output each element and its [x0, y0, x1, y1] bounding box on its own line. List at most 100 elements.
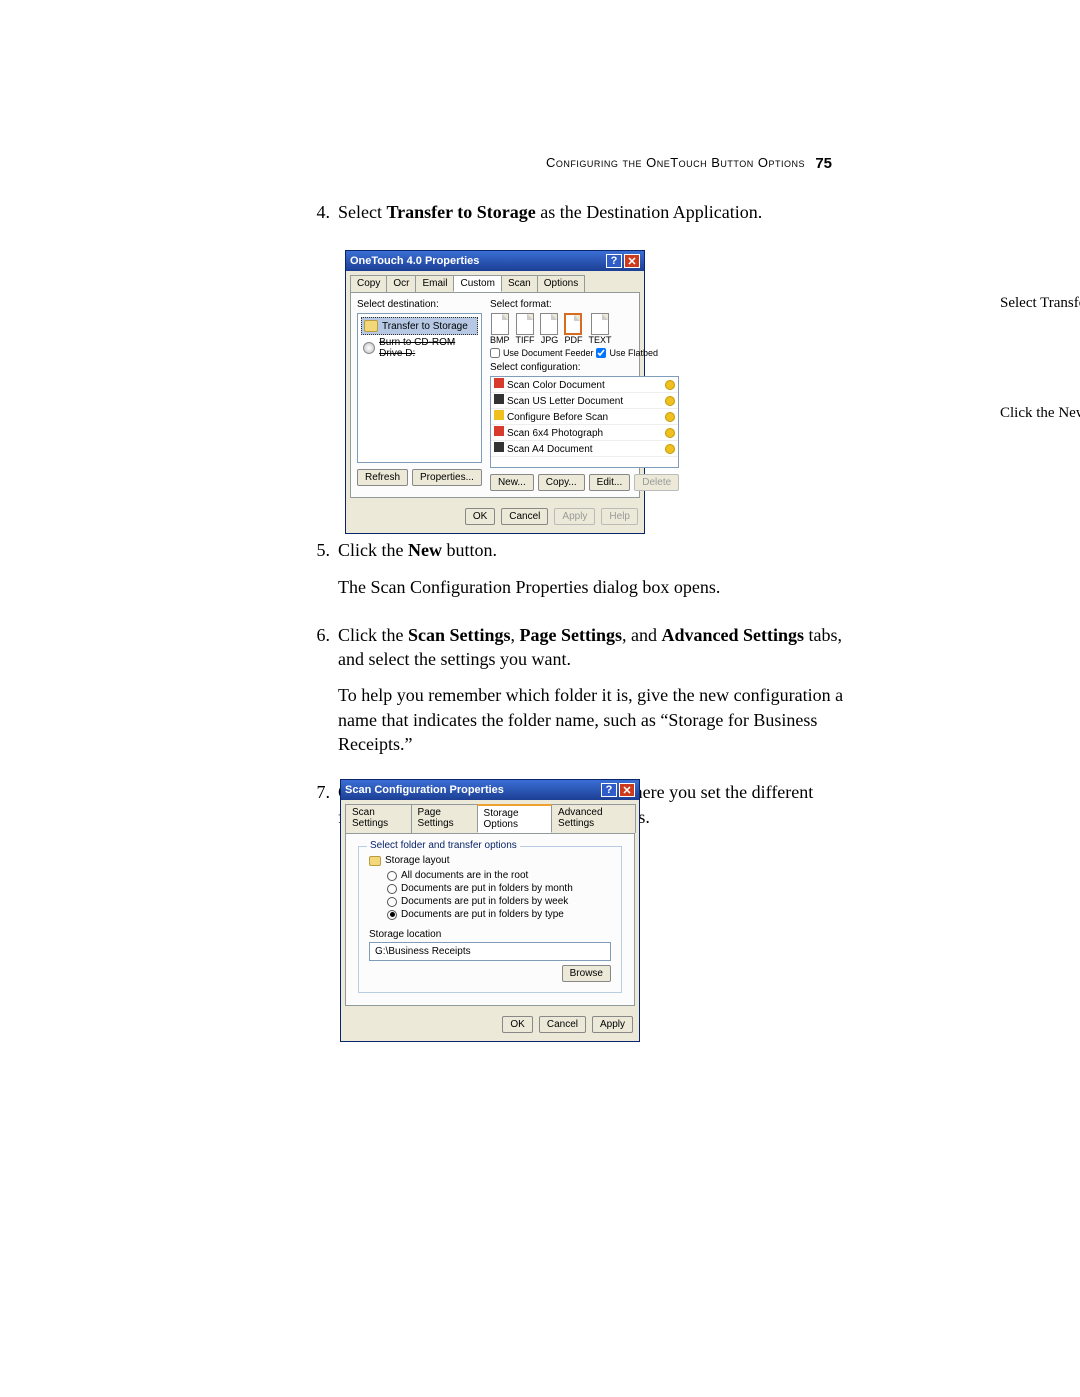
copy-button[interactable]: Copy... — [538, 474, 585, 491]
list-item[interactable]: Scan A4 Document — [491, 441, 678, 457]
tab-advanced-settings[interactable]: Advanced Settings — [551, 804, 636, 833]
tab-custom[interactable]: Custom — [453, 275, 501, 292]
text: button. — [442, 540, 497, 560]
cancel-button[interactable]: Cancel — [539, 1016, 586, 1033]
refresh-button[interactable]: Refresh — [357, 469, 408, 486]
storage-icon — [369, 856, 381, 866]
titlebar: Scan Configuration Properties ? ✕ — [341, 780, 639, 800]
dest-item-label: Transfer to Storage — [382, 321, 468, 332]
cfg-label: Scan A4 Document — [507, 444, 593, 455]
group-legend: Select folder and transfer options — [367, 840, 520, 851]
step-number: 7. — [310, 780, 338, 841]
text: as the Destination Application. — [536, 202, 762, 222]
dialog-buttons: OK Cancel Apply Help — [346, 504, 644, 533]
format-label: TEXT — [588, 335, 611, 345]
list-item[interactable]: Scan 6x4 Photograph — [491, 425, 678, 441]
storage-location-field[interactable]: G:\Business Receipts — [369, 942, 611, 961]
list-item[interactable]: Configure Before Scan — [491, 409, 678, 425]
tab-email[interactable]: Email — [415, 275, 454, 292]
storage-layout-label: Storage layout — [385, 855, 450, 866]
tab-scan-settings[interactable]: Scan Settings — [345, 804, 412, 833]
help-icon[interactable]: ? — [601, 783, 617, 797]
list-item[interactable]: Scan US Letter Document — [491, 393, 678, 409]
cfg-label: Scan Color Document — [507, 380, 605, 391]
tab-page-settings[interactable]: Page Settings — [411, 804, 478, 833]
step-extra: The Scan Configuration Properties dialog… — [338, 575, 850, 599]
edit-button[interactable]: Edit... — [589, 474, 631, 491]
help-icon[interactable]: ? — [606, 254, 622, 268]
ok-button[interactable]: OK — [502, 1016, 532, 1033]
step-number: 4. — [310, 200, 338, 236]
bold-text: Page Settings — [520, 625, 623, 645]
checkbox-label: Use Flatbed — [609, 348, 658, 358]
apply-button[interactable]: Apply — [554, 508, 595, 525]
format-tiff[interactable]: TIFF — [515, 313, 534, 345]
tab-options[interactable]: Options — [537, 275, 585, 292]
dest-burn-to-cd[interactable]: Burn to CD-ROM Drive D: — [361, 335, 478, 361]
bold-text: New — [408, 540, 442, 560]
step-number: 6. — [310, 623, 338, 768]
lock-icon — [665, 444, 675, 454]
close-icon[interactable]: ✕ — [619, 783, 635, 797]
step-number: 5. — [310, 538, 338, 611]
radio-month[interactable]: Documents are put in folders by month — [387, 882, 611, 895]
tab-copy[interactable]: Copy — [350, 275, 387, 292]
text: Click the — [338, 540, 408, 560]
configuration-list[interactable]: Scan Color Document Scan US Letter Docum… — [490, 376, 679, 468]
dest-transfer-to-storage[interactable]: Transfer to Storage — [361, 317, 478, 335]
format-label: PDF — [564, 335, 582, 345]
delete-button[interactable]: Delete — [634, 474, 679, 491]
radio-label: Documents are put in folders by type — [401, 909, 564, 920]
radio-label: Documents are put in folders by week — [401, 896, 568, 907]
tab-ocr[interactable]: Ocr — [386, 275, 416, 292]
properties-button[interactable]: Properties... — [412, 469, 482, 486]
apply-button[interactable]: Apply — [592, 1016, 633, 1033]
step-6: 6. Click the Scan Settings, Page Setting… — [310, 623, 850, 768]
select-format-label: Select format: — [490, 299, 679, 310]
radio-root[interactable]: All documents are in the root — [387, 869, 611, 882]
format-label: JPG — [541, 335, 559, 345]
step-extra: To help you remember which folder it is,… — [338, 683, 850, 756]
tab-storage-options[interactable]: Storage Options — [477, 804, 553, 833]
format-label: BMP — [490, 335, 510, 345]
use-flatbed-checkbox[interactable] — [596, 348, 606, 358]
list-item[interactable]: Scan Color Document — [491, 377, 678, 393]
browse-button[interactable]: Browse — [562, 965, 611, 982]
close-icon[interactable]: ✕ — [624, 254, 640, 268]
destination-list[interactable]: Transfer to Storage Burn to CD-ROM Drive… — [357, 313, 482, 463]
storage-location-label: Storage location — [369, 929, 611, 940]
onetouch-properties-dialog: OneTouch 4.0 Properties ? ✕ Copy Ocr Ema… — [345, 250, 645, 534]
tab-scan[interactable]: Scan — [501, 275, 538, 292]
step-4: 4. Select Transfer to Storage as the Des… — [310, 200, 850, 236]
cfg-label: Scan 6x4 Photograph — [507, 428, 603, 439]
format-jpg[interactable]: JPG — [540, 313, 558, 345]
radio-type[interactable]: Documents are put in folders by type — [387, 908, 611, 921]
lock-icon — [665, 412, 675, 422]
use-document-feeder-checkbox[interactable] — [490, 348, 500, 358]
lock-icon — [665, 428, 675, 438]
radio-label: Documents are put in folders by month — [401, 883, 573, 894]
new-button[interactable]: New... — [490, 474, 534, 491]
header-section: Configuring the OneTouch Button Options — [546, 155, 805, 170]
lock-icon — [665, 380, 675, 390]
scan-configuration-dialog: Scan Configuration Properties ? ✕ Scan S… — [340, 779, 640, 1042]
text: , — [511, 625, 520, 645]
format-bmp[interactable]: BMP — [490, 313, 510, 345]
select-configuration-label: Select configuration: — [490, 362, 679, 373]
text: , and — [622, 625, 662, 645]
titlebar: OneTouch 4.0 Properties ? ✕ — [346, 251, 644, 271]
format-text[interactable]: TEXT — [588, 313, 611, 345]
tabs: Copy Ocr Email Custom Scan Options — [346, 271, 644, 292]
ok-button[interactable]: OK — [465, 508, 495, 525]
format-label: TIFF — [515, 335, 534, 345]
folder-icon — [364, 320, 378, 332]
cd-icon — [363, 342, 375, 354]
format-pdf[interactable]: PDF — [564, 313, 582, 345]
radio-week[interactable]: Documents are put in folders by week — [387, 895, 611, 908]
folder-transfer-group: Select folder and transfer options Stora… — [358, 846, 622, 993]
help-button[interactable]: Help — [601, 508, 638, 525]
step-5: 5. Click the New button. The Scan Config… — [310, 538, 850, 611]
cancel-button[interactable]: Cancel — [501, 508, 548, 525]
checkbox-label: Use Document Feeder — [503, 348, 594, 358]
dest-item-label: Burn to CD-ROM Drive D: — [379, 337, 476, 359]
